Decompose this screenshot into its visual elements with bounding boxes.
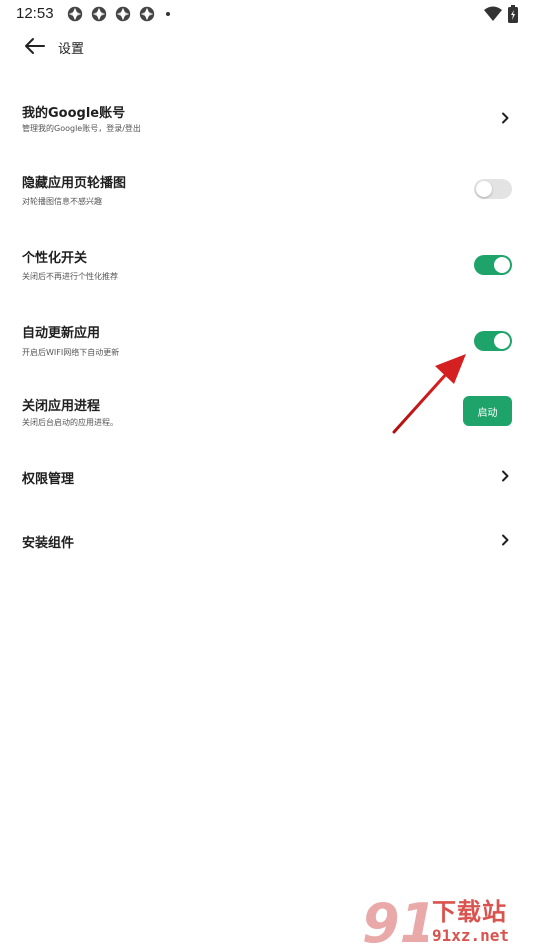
setting-row-personalization: 个性化开关 关闭后不再进行个性化推荐 [0,241,534,289]
setting-subtitle: 管理我的Google账号，登录/登出 [22,124,141,133]
status-right-icons [484,5,518,23]
setting-row-permissions[interactable]: 权限管理 [0,460,534,494]
setting-row-hide-carousel: 隐藏应用页轮播图 对轮播图信息不感兴趣 [0,166,534,214]
wifi-icon [484,6,502,21]
setting-subtitle: 关闭后台启动的应用进程。 [22,418,118,427]
svg-text:91: 91 [362,892,428,950]
arrow-left-icon [25,38,45,54]
setting-subtitle: 关闭后不再进行个性化推荐 [22,272,118,281]
annotation-arrow [392,354,466,434]
setting-subtitle: 开启后WIFI网络下自动更新 [22,348,120,357]
toggle-knob [494,257,510,273]
app-bar: 设置 [0,28,534,64]
setting-row-install-components[interactable]: 安装组件 [0,524,534,558]
status-time: 12:53 [16,5,54,22]
setting-row-google-account[interactable]: 我的Google账号 管理我的Google账号，登录/登出 [0,96,534,144]
setting-title: 我的Google账号 [22,106,126,121]
setting-title: 隐藏应用页轮播图 [22,176,127,191]
notification-icons [66,5,170,23]
chevron-right-icon [502,112,509,124]
watermark-logo-icon: 91 [362,892,428,950]
back-button[interactable] [22,36,46,56]
status-bar: 12:53 [0,0,534,28]
hide-carousel-toggle[interactable] [474,179,512,199]
app-notification-icon [139,6,155,22]
setting-title: 自动更新应用 [22,326,101,341]
setting-title: 关闭应用进程 [22,399,101,414]
watermark-url: 91xz.net [432,926,510,945]
toggle-knob [476,181,492,197]
watermark-chinese-text: 下载站 [432,898,507,926]
more-notifications-dot [166,12,170,16]
app-notification-icon [91,6,107,22]
personalization-toggle[interactable] [474,255,512,275]
battery-charging-icon [508,5,518,23]
setting-subtitle: 对轮播图信息不感兴趣 [22,197,102,206]
chevron-right-icon [502,534,509,546]
app-notification-icon [67,6,83,22]
watermark: 91 下载站 91xz.net [362,890,534,950]
setting-title: 权限管理 [22,472,75,487]
page-title: 设置 [58,42,85,57]
toggle-knob [494,333,510,349]
setting-title: 安装组件 [22,536,75,551]
setting-title: 个性化开关 [22,251,88,266]
start-button[interactable]: 启动 [463,396,512,426]
auto-update-toggle[interactable] [474,331,512,351]
chevron-right-icon [502,470,509,482]
app-notification-icon [115,6,131,22]
